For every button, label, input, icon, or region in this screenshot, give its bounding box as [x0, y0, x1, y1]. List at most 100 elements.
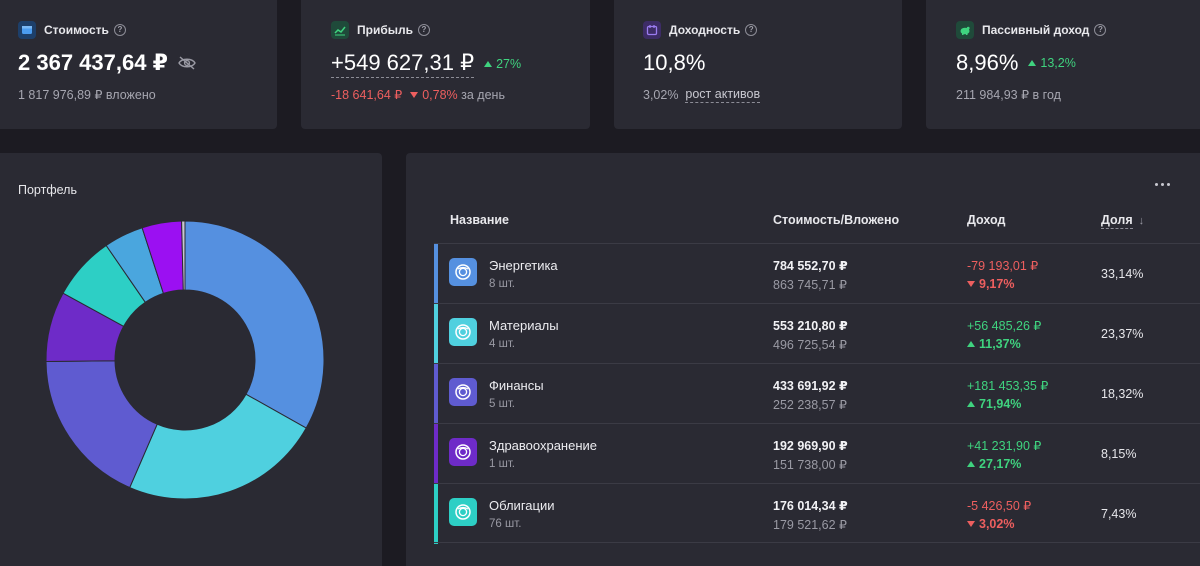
- piggy-bank-icon: [956, 21, 974, 39]
- donut-segment[interactable]: [184, 220, 325, 429]
- value-title: Стоимость ?: [18, 21, 126, 39]
- arrow-up-icon: [967, 461, 975, 467]
- yield-amount-row: 10,8%: [643, 50, 705, 76]
- sector-share: 23,37%: [1101, 327, 1144, 341]
- passive-yearly: 211 984,93 ₽ в год: [956, 87, 1061, 103]
- passive-badge: 13,2%: [1028, 56, 1076, 70]
- more-icon[interactable]: [1155, 183, 1170, 186]
- sector-income: +41 231,90 ₽: [967, 439, 1042, 453]
- arrow-down-icon: [410, 91, 419, 98]
- sector-invested: 151 738,00 ₽: [773, 458, 847, 472]
- profit-badge: 27%: [484, 57, 521, 71]
- value-title-text: Стоимость: [44, 23, 109, 37]
- passive-card: Пассивный доход ? 8,96% 13,2% 211 984,93…: [926, 0, 1200, 129]
- sector-income: -79 193,01 ₽: [967, 259, 1039, 273]
- header-value[interactable]: Стоимость/Вложено: [773, 213, 899, 227]
- passive-amount-row: 8,96% 13,2%: [956, 50, 1076, 76]
- sector-income-percent: 3,02%: [967, 517, 1014, 531]
- portfolio-title: Портфель: [18, 183, 77, 197]
- value-card: Стоимость ? 2 367 437,64 ₽ 1 817 976,89 …: [0, 0, 277, 129]
- sector-name[interactable]: Здравоохранение: [489, 438, 597, 453]
- table-row[interactable]: Финансы 5 шт. 433 691,92 ₽ 252 238,57 ₽ +181…: [434, 363, 1200, 424]
- sector-count: 5 шт.: [489, 398, 516, 410]
- sector-icon: [449, 438, 477, 466]
- table-bottom-divider: [434, 542, 1200, 543]
- sector-value: 192 969,90 ₽: [773, 439, 848, 453]
- help-icon[interactable]: ?: [113, 24, 126, 36]
- sector-count: 8 шт.: [489, 278, 516, 290]
- sector-invested: 863 745,71 ₽: [773, 278, 847, 292]
- value-amount: 2 367 437,64 ₽: [18, 50, 168, 75]
- help-icon[interactable]: ?: [745, 24, 758, 36]
- sector-income: -5 426,50 ₽: [967, 499, 1032, 513]
- row-color-bar: [434, 364, 438, 424]
- sector-name[interactable]: Материалы: [489, 318, 559, 333]
- row-color-bar: [434, 424, 438, 484]
- table-row[interactable]: Здравоохранение 1 шт. 192 969,90 ₽ 151 738,…: [434, 423, 1200, 484]
- sector-icon: [449, 378, 477, 406]
- header-name[interactable]: Название: [450, 213, 509, 227]
- sector-income-percent: 27,17%: [967, 457, 1021, 471]
- sector-share: 33,14%: [1101, 267, 1144, 281]
- value-amount-row: 2 367 437,64 ₽: [18, 50, 196, 76]
- sector-icon: [449, 318, 477, 346]
- table-row[interactable]: Энергетика 8 шт. 784 552,70 ₽ 863 745,71 ₽ -…: [434, 243, 1200, 304]
- value-invested: 1 817 976,89 ₽ вложено: [18, 87, 156, 103]
- yield-card: Доходность ? 10,8% 3,02% рост активов: [614, 0, 902, 129]
- profit-card: Прибыль ? +549 627,31 ₽ 27% -18 641,64 ₽…: [301, 0, 590, 129]
- sector-name[interactable]: Облигации: [489, 498, 554, 513]
- yield-title: Доходность ?: [643, 21, 758, 39]
- passive-amount: 8,96%: [956, 50, 1019, 75]
- profit-amount-row: +549 627,31 ₽ 27%: [331, 50, 521, 78]
- sector-income-percent: 9,17%: [967, 277, 1014, 291]
- profit-title: Прибыль ?: [331, 21, 430, 39]
- profit-day: -18 641,64 ₽ 0,78% за день: [331, 87, 505, 103]
- sector-value: 176 014,34 ₽: [773, 499, 848, 513]
- sector-icon: [449, 258, 477, 286]
- wallet-icon: [18, 21, 36, 39]
- row-color-bar: [434, 484, 438, 544]
- sector-share: 7,43%: [1101, 507, 1137, 521]
- yield-growth: 3,02% рост активов: [643, 87, 761, 103]
- yield-amount: 10,8%: [643, 50, 706, 75]
- arrow-down-icon: [967, 521, 975, 527]
- profit-amount[interactable]: +549 627,31 ₽: [331, 50, 475, 78]
- arrow-up-icon: [967, 341, 975, 347]
- sector-icon: [449, 498, 477, 526]
- row-color-bar: [434, 244, 438, 304]
- portfolio-donut-chart[interactable]: [45, 220, 325, 500]
- sector-count: 1 шт.: [489, 458, 516, 470]
- sector-invested: 496 725,54 ₽: [773, 338, 847, 352]
- sector-income: +181 453,35 ₽: [967, 379, 1049, 393]
- sector-count: 4 шт.: [489, 338, 516, 350]
- table-row[interactable]: Материалы 4 шт. 553 210,80 ₽ 496 725,54 ₽ +5…: [434, 303, 1200, 364]
- sector-invested: 252 238,57 ₽: [773, 398, 847, 412]
- sector-value: 784 552,70 ₽: [773, 259, 848, 273]
- table-row[interactable]: Облигации 76 шт. 176 014,34 ₽ 179 521,62 ₽ -…: [434, 483, 1200, 544]
- sector-income: +56 485,26 ₽: [967, 319, 1042, 333]
- sort-down-icon[interactable]: ↓: [1139, 215, 1145, 227]
- sector-share: 8,15%: [1101, 447, 1137, 461]
- header-income[interactable]: Доход: [967, 213, 1005, 227]
- passive-title: Пассивный доход ?: [956, 21, 1107, 39]
- sector-invested: 179 521,62 ₽: [773, 518, 847, 532]
- arrow-down-icon: [967, 281, 975, 287]
- sector-name[interactable]: Энергетика: [489, 258, 558, 273]
- sector-count: 76 шт.: [489, 518, 522, 530]
- sector-table-card: Название Стоимость/Вложено Доход Доля ↓ …: [406, 153, 1200, 566]
- sector-income-percent: 71,94%: [967, 397, 1021, 411]
- eye-off-icon[interactable]: [178, 56, 196, 70]
- row-color-bar: [434, 304, 438, 364]
- sector-name[interactable]: Финансы: [489, 378, 544, 393]
- portfolio-card: Портфель: [0, 153, 382, 566]
- growth-link[interactable]: рост активов: [685, 87, 761, 103]
- sector-value: 553 210,80 ₽: [773, 319, 848, 333]
- header-share[interactable]: Доля ↓: [1101, 213, 1144, 229]
- chart-line-icon: [331, 21, 349, 39]
- sector-income-percent: 11,37%: [967, 337, 1021, 351]
- arrow-up-icon: [967, 401, 975, 407]
- calendar-icon: [643, 21, 661, 39]
- help-icon[interactable]: ?: [418, 24, 430, 36]
- arrow-up-icon: [484, 61, 493, 67]
- help-icon[interactable]: ?: [1094, 24, 1107, 36]
